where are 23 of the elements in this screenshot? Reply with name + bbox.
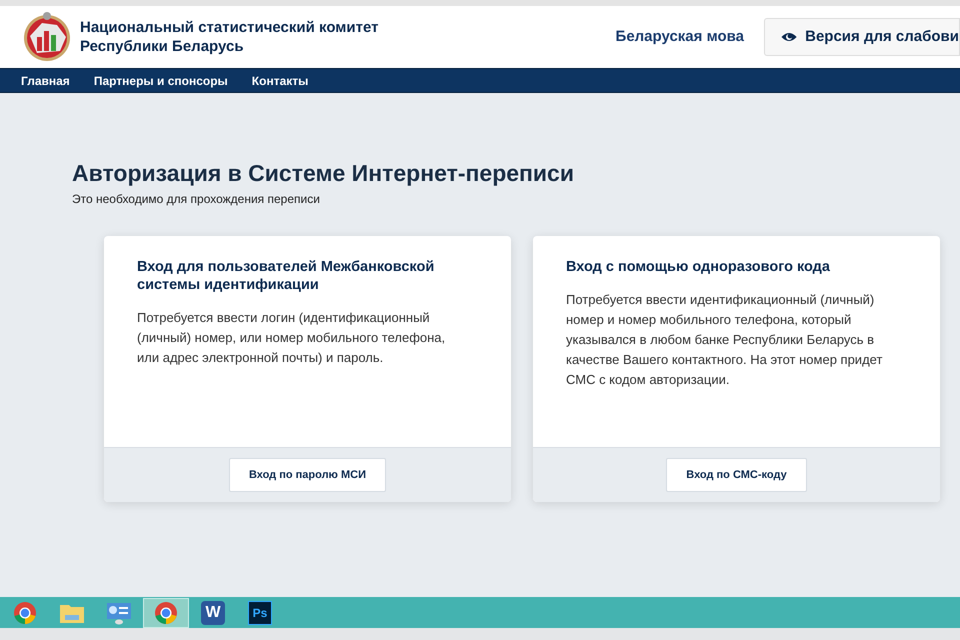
accessibility-button[interactable]: Версия для слабови xyxy=(764,18,960,56)
page-title: Авторизация в Системе Интернет-переписи xyxy=(72,159,575,187)
nav-link[interactable]: Партнеры и спонсоры xyxy=(94,72,228,90)
login-button[interactable]: Вход по паролю МСИ xyxy=(228,458,386,492)
taskbar-button[interactable] xyxy=(143,598,189,628)
card-title: Вход для пользователей Межбанковской системы идентификации xyxy=(137,258,436,294)
word-icon: W xyxy=(201,600,225,624)
emblem-logo xyxy=(22,11,72,63)
nav-link[interactable]: Контакты xyxy=(252,72,308,90)
taskbar-button[interactable]: W xyxy=(190,598,236,628)
organization-name: Национальный статистический комитет Республики Беларусь xyxy=(80,18,380,56)
card-description: Потребуется ввести идентификационный (личный) номер и номер мобильного телефона, который указывался в любом банке Республики Беларусь в качестве Вашего контактного. На этот номер придет СМС с кодом авторизации. xyxy=(566,291,884,389)
login-button[interactable]: Вход по СМС-коду xyxy=(666,458,807,492)
page-subtitle: Это необходимо для прохождения переписи xyxy=(72,191,321,208)
card-title: Вход с помощью одноразового кода xyxy=(566,258,831,276)
nav-link[interactable]: Главная xyxy=(21,72,70,90)
taskbar-button[interactable]: Ps xyxy=(237,598,283,628)
card-description: Потребуется ввести логин (идентификационный (личный) номер, или номер мобильного телефона, или адрес электронной почты) и пароль. xyxy=(137,309,446,367)
browser-icon xyxy=(13,600,37,624)
photoshop-icon: Ps xyxy=(248,600,272,624)
control-panel-icon xyxy=(106,600,132,624)
browser-icon xyxy=(154,600,178,624)
language-link[interactable]: Беларуская мова xyxy=(616,26,744,48)
